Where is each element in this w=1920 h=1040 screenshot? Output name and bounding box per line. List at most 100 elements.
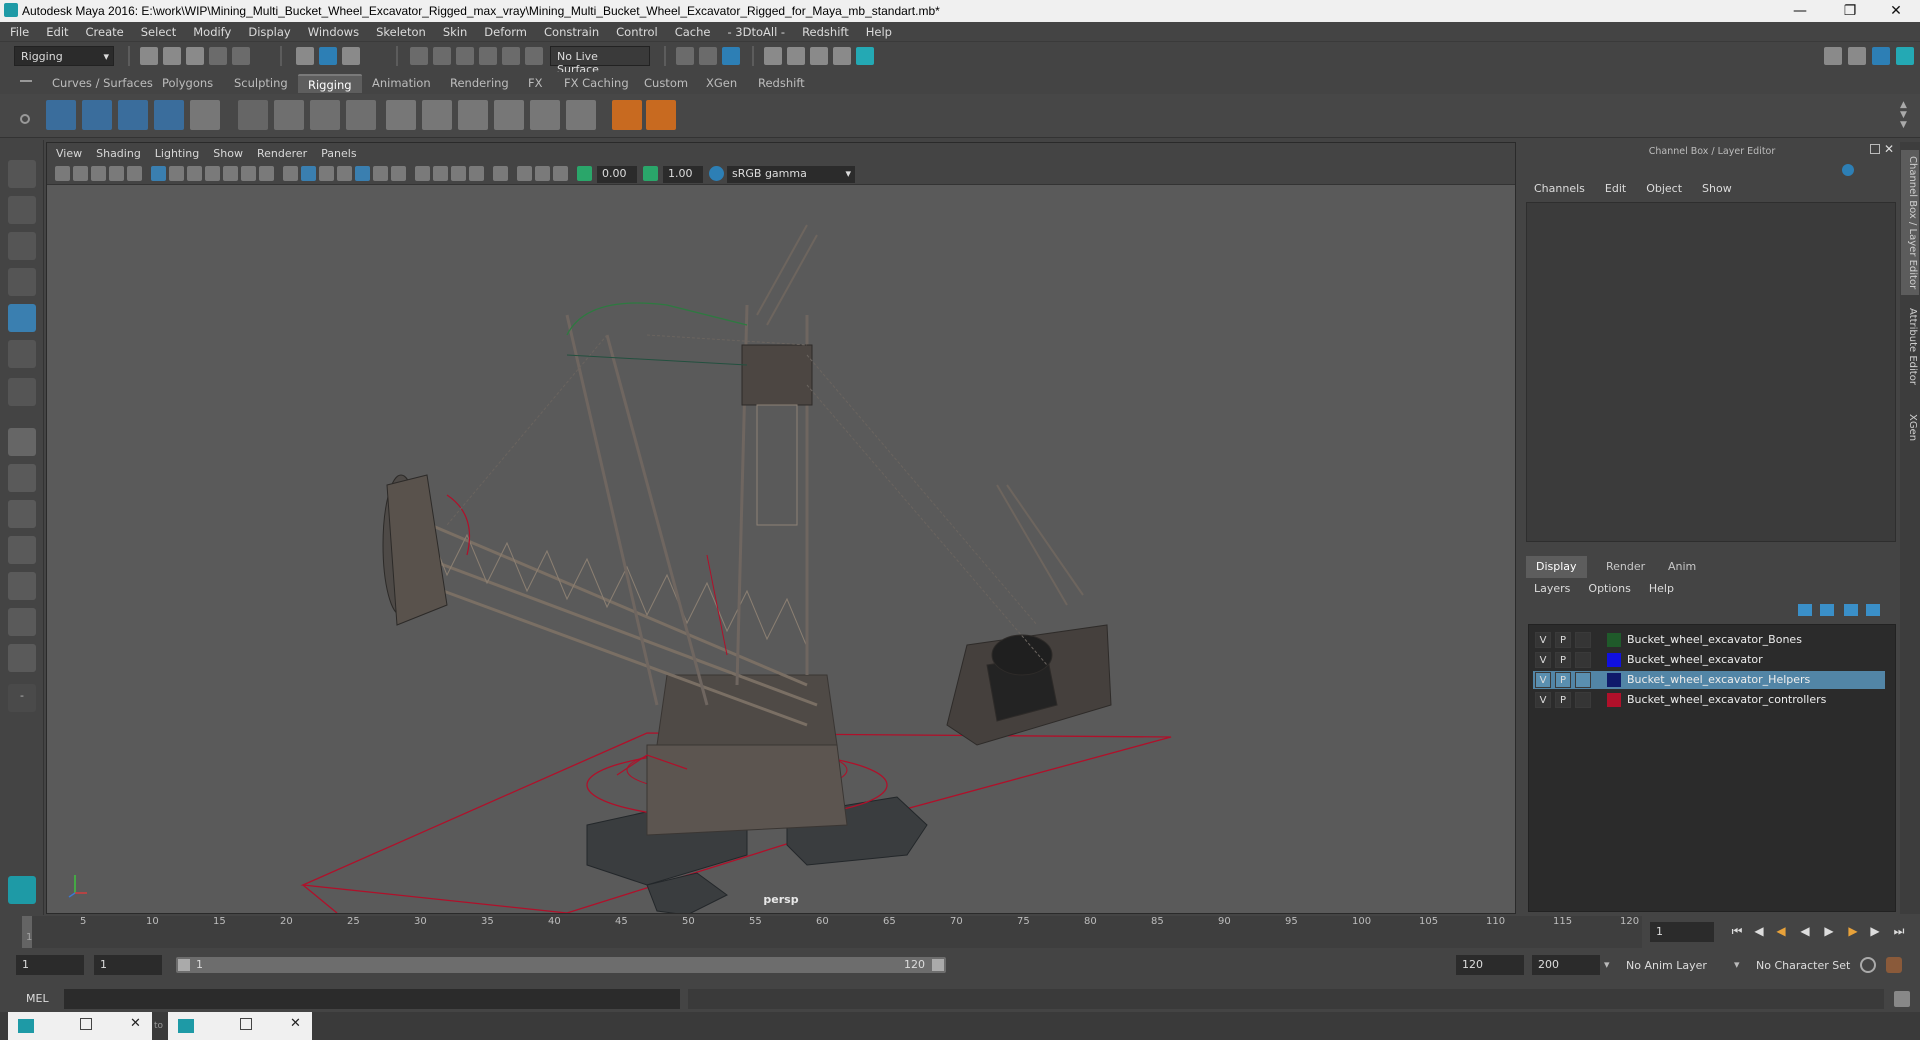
move-layer-down-icon[interactable] xyxy=(1820,604,1834,616)
tab-sculpting[interactable]: Sculpting xyxy=(224,74,298,93)
step-forward-frame-icon[interactable]: ▶ xyxy=(1866,922,1884,940)
wireframe-icon[interactable] xyxy=(283,166,298,181)
gamma-icon[interactable] xyxy=(643,166,658,181)
smooth-shade-icon[interactable] xyxy=(301,166,316,181)
hypershade-icon[interactable] xyxy=(856,47,874,65)
render-settings-icon[interactable] xyxy=(833,47,851,65)
minimized-window-1[interactable]: ✕ xyxy=(8,1012,152,1040)
select-hierarchy-icon[interactable] xyxy=(296,47,314,65)
range-handle-end[interactable] xyxy=(932,959,944,971)
xray-icon[interactable] xyxy=(355,166,370,181)
gamma-field[interactable]: 1.00 xyxy=(663,166,703,183)
tab-animation[interactable]: Animation xyxy=(362,74,441,93)
camera-select-icon[interactable] xyxy=(55,166,70,181)
le-menu-layers[interactable]: Layers xyxy=(1534,582,1570,595)
close-icon[interactable]: ✕ xyxy=(1876,0,1916,22)
command-language-label[interactable]: MEL xyxy=(26,992,49,1005)
constraint-pole-icon[interactable] xyxy=(566,100,596,130)
anti-alias-icon[interactable] xyxy=(451,166,466,181)
menu-deform[interactable]: Deform xyxy=(484,25,527,39)
layer-display-type[interactable] xyxy=(1575,632,1591,648)
render-frame-icon[interactable] xyxy=(787,47,805,65)
menu-cache[interactable]: Cache xyxy=(675,25,711,39)
menu-display[interactable]: Display xyxy=(248,25,290,39)
scale-tool-icon[interactable] xyxy=(8,340,36,368)
layout-graph-icon[interactable] xyxy=(8,608,36,636)
mode-dropdown[interactable]: Rigging ▾ xyxy=(14,46,114,66)
animation-prefs-icon[interactable] xyxy=(1886,957,1902,973)
vp-menu-show[interactable]: Show xyxy=(213,147,243,160)
restore-icon[interactable]: ❐ xyxy=(1830,0,1870,22)
resolution-gate-icon[interactable] xyxy=(187,166,202,181)
tab-display[interactable]: Display xyxy=(1526,556,1587,578)
menu-3dtoall[interactable]: - 3DtoAll - xyxy=(727,25,785,39)
end-time-field[interactable]: 200 xyxy=(1532,955,1600,975)
constraint-orient-icon[interactable] xyxy=(458,100,488,130)
lattice-icon[interactable] xyxy=(310,100,340,130)
menu-help[interactable]: Help xyxy=(866,25,892,39)
hud-icon[interactable] xyxy=(553,166,568,181)
depth-of-field-icon[interactable] xyxy=(469,166,484,181)
cb-menu-edit[interactable]: Edit xyxy=(1605,182,1626,195)
undo-icon[interactable] xyxy=(209,47,227,65)
layer-row[interactable]: V P Bucket_wheel_excavator xyxy=(1533,651,1885,669)
redo-icon[interactable] xyxy=(232,47,250,65)
exposure-icon[interactable] xyxy=(577,166,592,181)
human-ik-icon[interactable] xyxy=(190,100,220,130)
exposure-field[interactable]: 0.00 xyxy=(597,166,637,183)
layer-playback-toggle[interactable]: P xyxy=(1555,652,1571,668)
shelf-scroll-icon[interactable]: ▲ ▼ ▼ xyxy=(1900,100,1910,130)
channel-box-help-icon[interactable] xyxy=(1842,164,1854,176)
gate-mask-icon[interactable] xyxy=(205,166,220,181)
layer-display-type[interactable] xyxy=(1575,652,1591,668)
step-back-key-icon[interactable]: ◀ xyxy=(1772,922,1790,940)
color-management-icon[interactable] xyxy=(709,166,724,181)
menu-skeleton[interactable]: Skeleton xyxy=(376,25,426,39)
2d-pan-icon[interactable] xyxy=(127,166,142,181)
range-handle-start[interactable] xyxy=(178,959,190,971)
tab-channel-box-layer-editor[interactable]: Channel Box / Layer Editor xyxy=(1901,150,1919,296)
minimize-icon[interactable]: — xyxy=(1780,0,1820,22)
ipr-render-icon[interactable] xyxy=(810,47,828,65)
set-driven-key-icon[interactable] xyxy=(646,100,676,130)
menu-redshift[interactable]: Redshift xyxy=(802,25,849,39)
layer-display-type[interactable] xyxy=(1575,692,1591,708)
playback-end-field[interactable]: 120 xyxy=(1456,955,1524,975)
snap-point-icon[interactable] xyxy=(456,47,474,65)
ambient-occlusion-icon[interactable] xyxy=(415,166,430,181)
vp-menu-shading[interactable]: Shading xyxy=(96,147,141,160)
ik-handle-icon[interactable] xyxy=(82,100,112,130)
start-time-field[interactable]: 1 xyxy=(16,955,84,975)
close-icon[interactable]: ✕ xyxy=(130,1016,141,1031)
mirror-joint-icon[interactable] xyxy=(154,100,184,130)
modeling-toolkit-icon[interactable] xyxy=(1872,47,1890,65)
grid-icon[interactable] xyxy=(151,166,166,181)
paint-select-tool-icon[interactable] xyxy=(8,232,36,260)
close-panel-icon[interactable]: ✕ xyxy=(1884,142,1894,156)
use-lights-icon[interactable] xyxy=(373,166,388,181)
restore-icon[interactable] xyxy=(240,1018,252,1030)
workspace-layout-icon[interactable] xyxy=(1824,47,1842,65)
menu-create[interactable]: Create xyxy=(86,25,124,39)
input-ops-icon[interactable] xyxy=(676,47,694,65)
layout-more-icon[interactable]: - xyxy=(8,684,36,712)
current-frame-field[interactable]: 1 xyxy=(1650,922,1714,942)
constraint-point-icon[interactable] xyxy=(422,100,452,130)
lasso-tool-icon[interactable] xyxy=(8,196,36,224)
snap-curve-icon[interactable] xyxy=(433,47,451,65)
tab-fx[interactable]: FX xyxy=(518,74,553,93)
tab-xgen-side[interactable]: XGen xyxy=(1901,408,1919,447)
layout-four-icon[interactable] xyxy=(8,464,36,492)
menu-file[interactable]: File xyxy=(10,25,29,39)
vp-menu-panels[interactable]: Panels xyxy=(321,147,356,160)
float-panel-icon[interactable] xyxy=(1870,144,1880,154)
anim-layer-dropdown[interactable]: No Anim Layer xyxy=(1626,959,1707,972)
xray-joints-icon[interactable] xyxy=(517,166,532,181)
bookmark-icon[interactable] xyxy=(91,166,106,181)
close-icon[interactable]: ✕ xyxy=(290,1016,301,1031)
constraint-aim-icon[interactable] xyxy=(530,100,560,130)
safe-action-icon[interactable] xyxy=(241,166,256,181)
tab-rigging[interactable]: Rigging xyxy=(298,74,362,93)
maya-home-icon[interactable] xyxy=(8,876,36,904)
layer-playback-toggle[interactable]: P xyxy=(1555,692,1571,708)
